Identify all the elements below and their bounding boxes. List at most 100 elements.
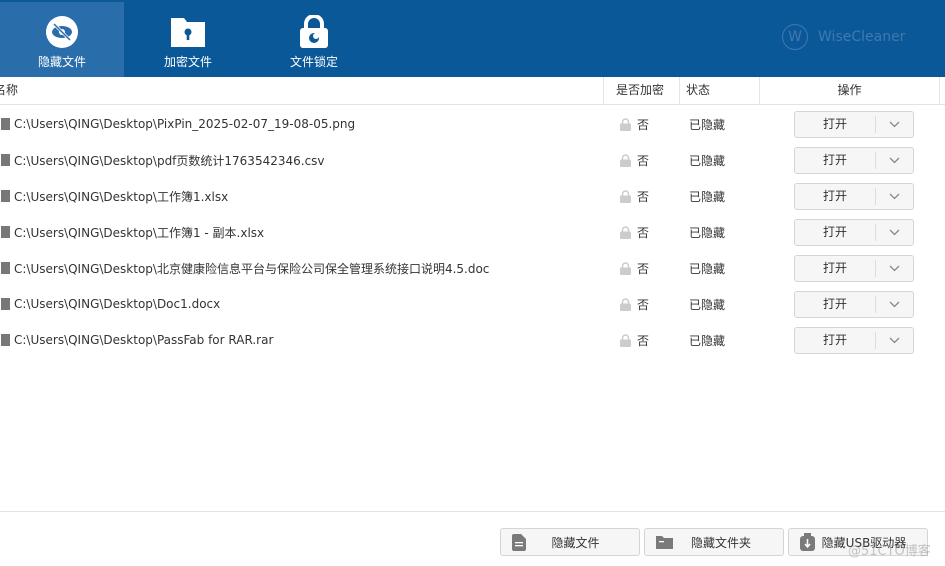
encrypted-cell: 否: [610, 224, 680, 241]
open-button[interactable]: 打开: [795, 151, 876, 169]
lock-icon: [620, 297, 631, 311]
status-value: 已隐藏: [689, 153, 726, 168]
chevron-down-icon[interactable]: [876, 297, 913, 311]
table-row[interactable]: C:\Users\QING\Desktop\pdf页数统计1763542346.…: [0, 142, 945, 178]
col-encrypted[interactable]: 是否加密: [610, 77, 680, 105]
file-icon: [1, 298, 10, 310]
chevron-down-icon[interactable]: [876, 117, 913, 131]
padlock-icon: [300, 15, 328, 48]
file-path: C:\Users\QING\Desktop\Doc1.docx: [14, 297, 221, 311]
encrypted-cell: 否: [610, 260, 680, 277]
chevron-down-icon[interactable]: [876, 225, 913, 239]
encrypted-value: 否: [637, 153, 650, 168]
table-header: 名称 是否加密 状态 操作: [0, 77, 945, 105]
open-button[interactable]: 打开: [795, 295, 876, 313]
open-split-button[interactable]: 打开: [794, 290, 914, 318]
file-path: C:\Users\QING\Desktop\工作簿1.xlsx: [14, 189, 229, 204]
status-value: 已隐藏: [689, 225, 726, 240]
col-action: 操作: [760, 77, 940, 105]
status-value: 已隐藏: [689, 333, 726, 348]
open-button[interactable]: 打开: [795, 259, 876, 277]
file-icon: [1, 154, 10, 166]
encrypted-cell: 否: [610, 188, 680, 205]
open-split-button[interactable]: 打开: [794, 326, 914, 354]
chevron-down-icon[interactable]: [876, 261, 913, 275]
file-path: C:\Users\QING\Desktop\工作簿1 - 副本.xlsx: [14, 225, 265, 240]
folder-lock-icon: [171, 18, 205, 47]
open-split-button[interactable]: 打开: [794, 182, 914, 210]
col-name[interactable]: 名称: [0, 77, 604, 105]
open-button[interactable]: 打开: [795, 187, 876, 205]
lock-icon: [620, 261, 631, 275]
name-cell: C:\Users\QING\Desktop\PassFab for RAR.ra…: [0, 333, 610, 347]
eye-slash-icon: [46, 16, 78, 48]
table-row[interactable]: C:\Users\QING\Desktop\北京健康险信息平台与保险公司保全管理…: [0, 250, 945, 286]
file-path: C:\Users\QING\Desktop\北京健康险信息平台与保险公司保全管理…: [14, 261, 490, 276]
encrypted-value: 否: [637, 225, 650, 240]
lock-icon: [620, 333, 631, 347]
encrypted-value: 否: [637, 189, 650, 204]
button-label: 隐藏文件: [551, 535, 600, 550]
tab-encrypt-file[interactable]: 加密文件: [126, 2, 250, 77]
name-cell: C:\Users\QING\Desktop\Doc1.docx: [0, 297, 610, 311]
status-value: 已隐藏: [689, 261, 726, 276]
encrypted-cell: 否: [610, 116, 680, 133]
encrypted-value: 否: [637, 333, 650, 348]
top-toolbar: 隐藏文件 加密文件 文件锁定 W WiseCleaner: [0, 0, 945, 77]
usb-icon: [800, 533, 815, 551]
table-row[interactable]: C:\Users\QING\Desktop\PassFab for RAR.ra…: [0, 322, 945, 358]
open-split-button[interactable]: 打开: [794, 110, 914, 138]
table-row[interactable]: C:\Users\QING\Desktop\工作簿1.xlsx 否 已隐藏 打开: [0, 178, 945, 214]
status-value: 已隐藏: [689, 189, 726, 204]
open-button[interactable]: 打开: [795, 115, 876, 133]
wisecleaner-logo: W WiseCleaner: [782, 24, 905, 50]
col-status[interactable]: 状态: [680, 77, 760, 105]
hide-file-button[interactable]: 隐藏文件: [500, 528, 640, 556]
name-cell: C:\Users\QING\Desktop\pdf页数统计1763542346.…: [0, 152, 610, 169]
name-cell: C:\Users\QING\Desktop\北京健康险信息平台与保险公司保全管理…: [0, 260, 610, 277]
watermark: @51CTO博客: [848, 544, 931, 559]
name-cell: C:\Users\QING\Desktop\工作簿1.xlsx: [0, 188, 610, 205]
name-cell: C:\Users\QING\Desktop\工作簿1 - 副本.xlsx: [0, 224, 610, 241]
divider: [0, 511, 945, 512]
open-split-button[interactable]: 打开: [794, 146, 914, 174]
table-row[interactable]: C:\Users\QING\Desktop\工作簿1 - 副本.xlsx 否 已…: [0, 214, 945, 250]
button-label: 隐藏文件夹: [690, 535, 751, 550]
tab-label: 隐藏文件: [37, 55, 86, 69]
status-value: 已隐藏: [689, 297, 726, 312]
open-split-button[interactable]: 打开: [794, 218, 914, 246]
file-icon: [1, 190, 10, 202]
encrypted-value: 否: [637, 297, 650, 312]
tab-file-lock[interactable]: 文件锁定: [252, 2, 376, 77]
tab-label: 文件锁定: [289, 55, 338, 69]
tab-hide-file[interactable]: 隐藏文件: [0, 2, 124, 77]
open-button[interactable]: 打开: [795, 223, 876, 241]
encrypted-value: 否: [637, 261, 650, 276]
chevron-down-icon[interactable]: [876, 189, 913, 203]
file-path: C:\Users\QING\Desktop\PassFab for RAR.ra…: [14, 333, 274, 347]
brand-name: WiseCleaner: [818, 29, 906, 45]
encrypted-cell: 否: [610, 152, 680, 169]
lock-icon: [620, 153, 631, 167]
chevron-down-icon[interactable]: [876, 153, 913, 167]
file-icon: [512, 533, 526, 551]
table-row[interactable]: C:\Users\QING\Desktop\PixPin_2025-02-07_…: [0, 106, 945, 142]
tab-label: 加密文件: [163, 55, 212, 69]
chevron-down-icon[interactable]: [876, 333, 913, 347]
file-icon: [1, 262, 10, 274]
open-button[interactable]: 打开: [795, 331, 876, 349]
name-cell: C:\Users\QING\Desktop\PixPin_2025-02-07_…: [0, 117, 610, 131]
file-icon: [1, 226, 10, 238]
status-value: 已隐藏: [689, 117, 726, 132]
table-row[interactable]: C:\Users\QING\Desktop\Doc1.docx 否 已隐藏 打开: [0, 286, 945, 322]
encrypted-cell: 否: [610, 296, 680, 313]
file-path: C:\Users\QING\Desktop\pdf页数统计1763542346.…: [14, 153, 325, 168]
hide-folder-button[interactable]: 隐藏文件夹: [644, 528, 784, 556]
file-icon: [1, 118, 10, 130]
encrypted-cell: 否: [610, 332, 680, 349]
lock-icon: [620, 189, 631, 203]
open-split-button[interactable]: 打开: [794, 254, 914, 282]
folder-icon: [656, 536, 673, 549]
logo-mark: W: [782, 24, 808, 50]
file-icon: [1, 334, 10, 346]
